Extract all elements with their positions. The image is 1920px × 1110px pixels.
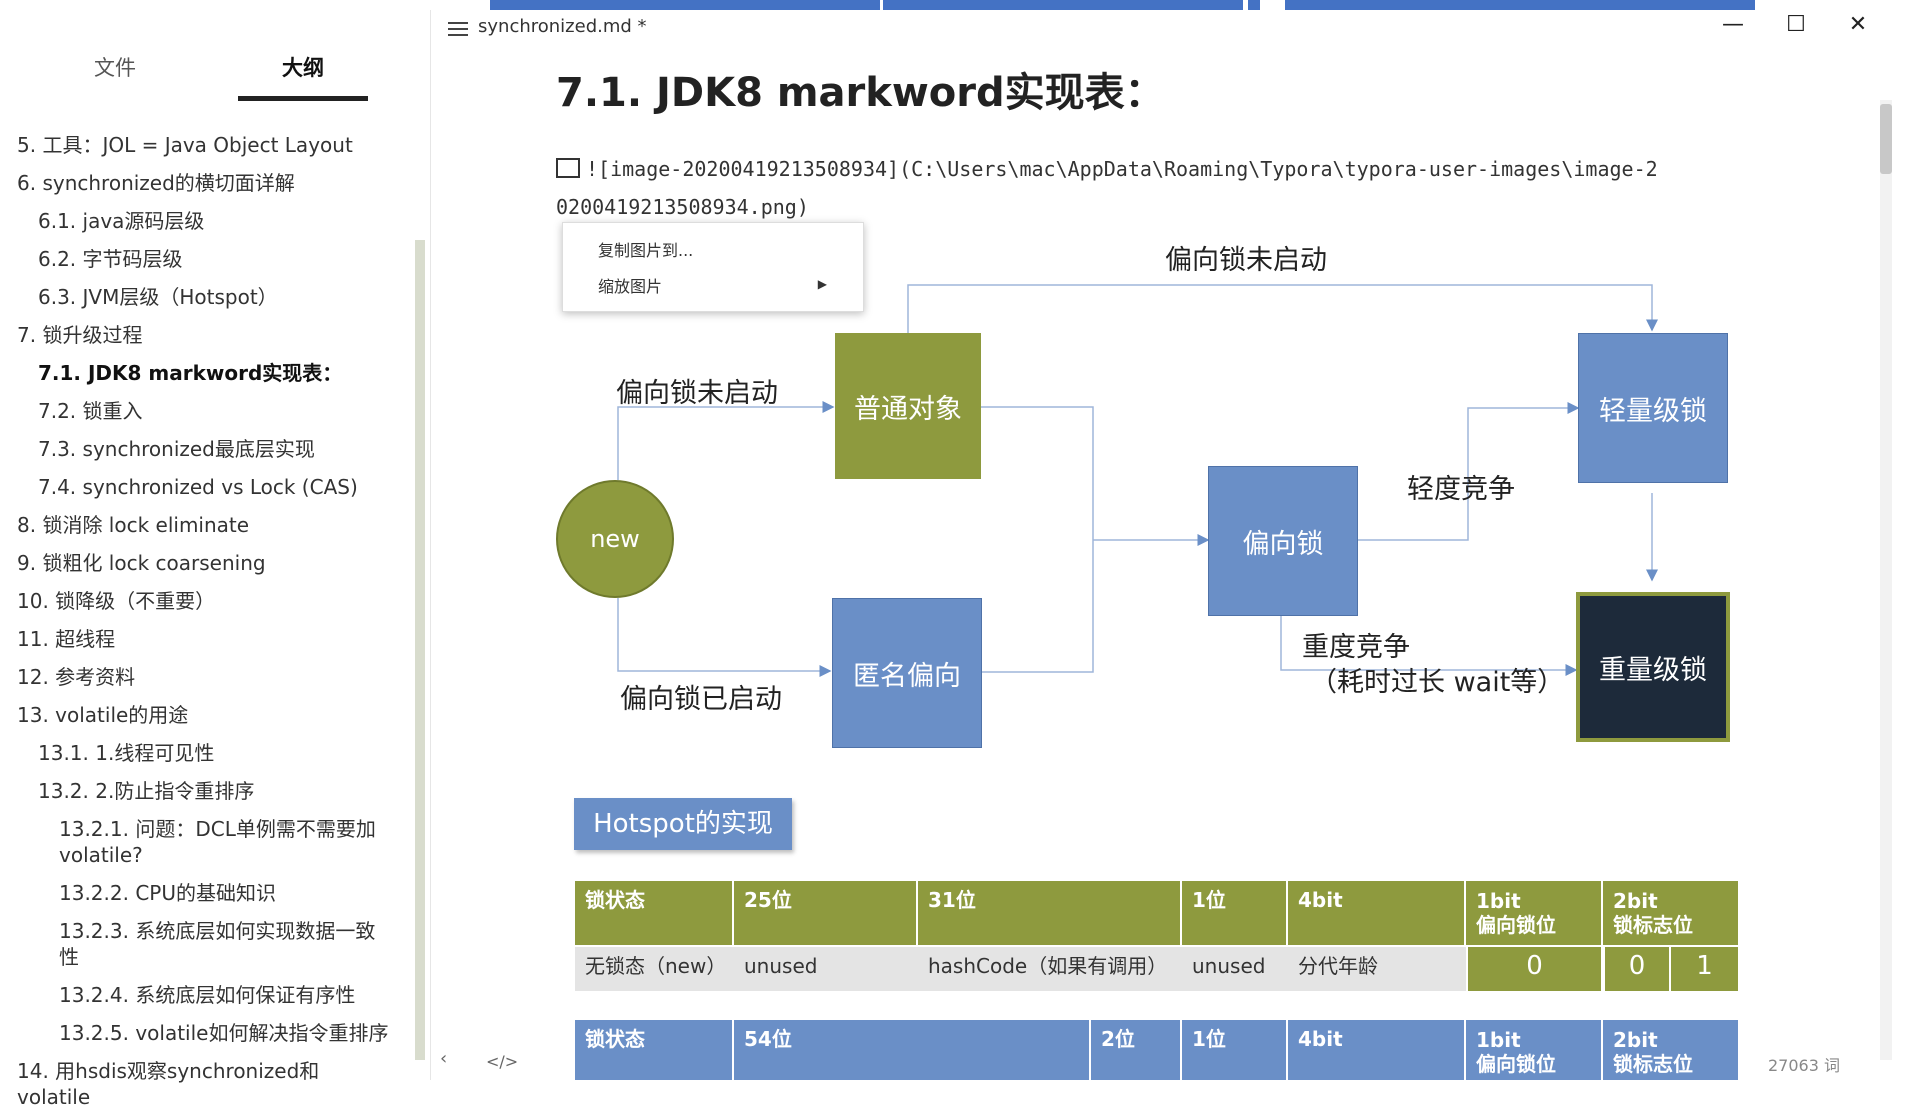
- table-header: 2bit 锁标志位: [1603, 1020, 1738, 1080]
- tab-files[interactable]: 文件: [50, 40, 180, 96]
- table-header: 4bit: [1288, 881, 1466, 945]
- table-cell-biased-bit: 0: [1468, 947, 1603, 991]
- table-header: 锁状态: [575, 881, 734, 945]
- table-cell: unused: [1182, 947, 1288, 991]
- hotspot-impl-button[interactable]: Hotspot的实现: [574, 798, 792, 850]
- strip-segment: [1248, 0, 1260, 10]
- outline-item[interactable]: 13.2.1. 问题：DCL单例需不需要加volatile?: [59, 816, 389, 868]
- outline-item[interactable]: 7.3. synchronized最底层实现: [38, 436, 408, 462]
- image-context-menu: 复制图片到... 缩放图片 ▶: [562, 222, 864, 312]
- outline-item[interactable]: 7.4. synchronized vs Lock (CAS): [38, 474, 408, 500]
- strip-segment: [1285, 0, 1755, 10]
- table-header: 25位: [734, 881, 918, 945]
- table-cell-lock-bit: 0: [1605, 947, 1671, 991]
- table-cell: hashCode（如果有调用）: [918, 947, 1182, 991]
- label-light-contention: 轻度竞争: [1407, 474, 1515, 505]
- menu-item-zoom-image[interactable]: 缩放图片: [598, 273, 662, 297]
- table-cell: 分代年龄: [1288, 947, 1466, 991]
- main-scrollbar[interactable]: [1880, 104, 1892, 174]
- outline-item[interactable]: 6.3. JVM层级（Hotspot）: [38, 284, 408, 310]
- menu-icon[interactable]: [448, 22, 468, 38]
- outline-item[interactable]: 6.2. 字节码层级: [38, 246, 408, 272]
- table-header: 锁状态: [575, 1020, 734, 1080]
- main-scroll-track[interactable]: [1880, 100, 1892, 1060]
- table-header: 31位: [918, 881, 1182, 945]
- table-header: 1bit 偏向锁位: [1466, 881, 1603, 945]
- outline-item[interactable]: 13.2. 2.防止指令重排序: [38, 778, 408, 804]
- edge-new-normal: [617, 401, 835, 480]
- image-markdown-source[interactable]: ![image-20200419213508934](C:\Users\mac\…: [556, 150, 1756, 226]
- image-md-line-2: 0200419213508934.png): [556, 195, 809, 219]
- outline-item[interactable]: 6. synchronized的横切面详解: [17, 170, 387, 196]
- table-header: 2bit 锁标志位: [1603, 881, 1738, 945]
- submenu-arrow-icon: ▶: [817, 277, 827, 291]
- edge-normal-join: [979, 406, 1094, 540]
- word-count[interactable]: 27063 词: [1768, 1052, 1840, 1076]
- outline-item[interactable]: 13.2.3. 系统底层如何实现数据一致性: [59, 918, 389, 970]
- node-anonymous-biased: 匿名偏向: [832, 598, 982, 748]
- source-mode-icon[interactable]: </>: [486, 1052, 518, 1071]
- modified-mark: *: [637, 16, 647, 37]
- outline-item[interactable]: 14. 用hsdis观察synchronized和volatile: [17, 1058, 387, 1110]
- table-header: 1bit 偏向锁位: [1466, 1020, 1603, 1080]
- strip-segment: [490, 0, 880, 10]
- outline-item[interactable]: 7. 锁升级过程: [17, 322, 387, 348]
- sidebar-scrollbar[interactable]: [415, 240, 425, 1060]
- label-heavy-contention: 重度竞争: [1302, 632, 1410, 663]
- sidebar-tabs: 文件 大纲: [0, 40, 430, 101]
- table-header: 54位: [734, 1020, 1091, 1080]
- tab-outline[interactable]: 大纲: [238, 40, 368, 101]
- table-header: 4bit: [1288, 1020, 1466, 1080]
- node-lightweight-lock: 轻量级锁: [1578, 333, 1728, 483]
- edge-anon-join: [981, 540, 1094, 673]
- file-name: synchronized.md: [478, 16, 632, 37]
- outline-item[interactable]: 9. 锁粗化 lock coarsening: [17, 550, 387, 576]
- table-cell: 无锁态（new）: [575, 947, 734, 991]
- edge-normal-light: [907, 284, 1658, 333]
- close-button[interactable]: ✕: [1838, 12, 1878, 37]
- label-top: 偏向锁未启动: [1165, 245, 1327, 276]
- table-cell: unused: [734, 947, 918, 991]
- image-md-line-1: ![image-20200419213508934](C:\Users\mac\…: [556, 150, 1756, 188]
- node-biased-lock: 偏向锁: [1208, 466, 1358, 616]
- outline-list: 5. 工具：JOL = Java Object Layout 6. synchr…: [0, 120, 420, 1109]
- maximize-button[interactable]: ☐: [1776, 12, 1816, 37]
- table-header: 1位: [1182, 1020, 1288, 1080]
- node-heavyweight-lock: 重量级锁: [1576, 592, 1730, 742]
- strip-segment: [883, 0, 1243, 10]
- node-normal-object: 普通对象: [835, 333, 981, 479]
- outline-item[interactable]: 6.1. java源码层级: [38, 208, 408, 234]
- outline-item[interactable]: 13.2.5. volatile如何解决指令重排序: [59, 1020, 389, 1046]
- top-strip: [0, 0, 1920, 10]
- section-heading: 7.1. JDK8 markword实现表：: [556, 70, 1165, 116]
- image-icon: [556, 158, 580, 178]
- outline-item[interactable]: 12. 参考资料: [17, 664, 387, 690]
- minimize-button[interactable]: —: [1713, 12, 1753, 37]
- outline-item[interactable]: 11. 超线程: [17, 626, 387, 652]
- table-cell-lock-bit: 1: [1671, 947, 1738, 991]
- outline-item[interactable]: 5. 工具：JOL = Java Object Layout: [17, 132, 387, 158]
- sidebar-collapse-icon[interactable]: ‹: [440, 1048, 447, 1069]
- outline-item-active[interactable]: 7.1. JDK8 markword实现表：: [38, 360, 408, 386]
- outline-item[interactable]: 13. volatile的用途: [17, 702, 387, 728]
- file-title: synchronized.md *: [478, 16, 647, 37]
- outline-item[interactable]: 13.2.4. 系统底层如何保证有序性: [59, 982, 389, 1008]
- outline-item[interactable]: 13.1. 1.线程可见性: [38, 740, 408, 766]
- label-heavy-note: （耗时过长 wait等）: [1310, 667, 1565, 698]
- node-new: new: [556, 480, 674, 598]
- edge-new-anon: [617, 598, 832, 677]
- label-upper-left: 偏向锁未启动: [616, 378, 778, 409]
- table-header: 2位: [1091, 1020, 1182, 1080]
- label-lower-left: 偏向锁已启动: [620, 684, 782, 715]
- image-md-text: ![image-20200419213508934](C:\Users\mac\…: [586, 157, 1658, 181]
- menu-item-copy-image[interactable]: 复制图片到...: [598, 237, 693, 261]
- outline-item[interactable]: 7.2. 锁重入: [38, 398, 408, 424]
- outline-item[interactable]: 10. 锁降级（不重要）: [17, 588, 387, 614]
- outline-item[interactable]: 8. 锁消除 lock eliminate: [17, 512, 387, 538]
- table-header: 1位: [1182, 881, 1288, 945]
- sidebar: 文件 大纲 5. 工具：JOL = Java Object Layout 6. …: [0, 10, 431, 1109]
- outline-item[interactable]: 13.2.2. CPU的基础知识: [59, 880, 389, 906]
